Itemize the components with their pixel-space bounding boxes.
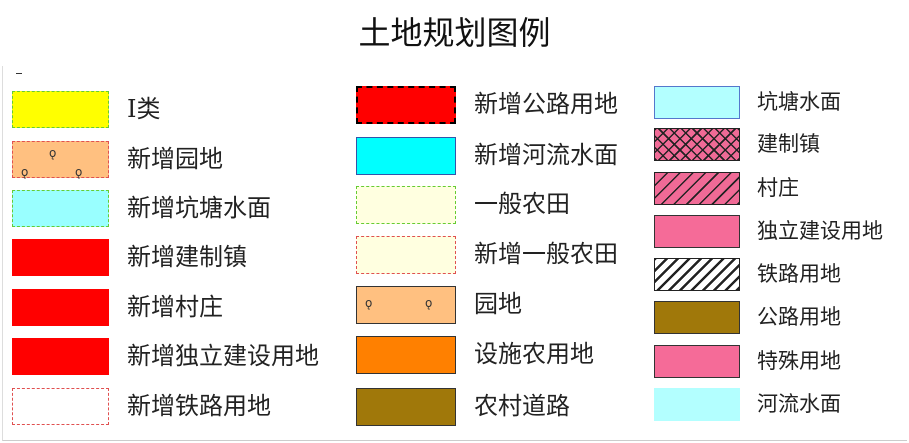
legend-label: 一般农田 (474, 190, 570, 218)
legend-label: 新增园地 (127, 145, 223, 173)
legend-label: 新增河流水面 (474, 141, 618, 169)
legend-label: 农村道路 (474, 392, 570, 420)
legend-swatch (654, 215, 740, 248)
legend-label: 新增坑塘水面 (127, 194, 271, 222)
legend-label: 独立建设用地 (757, 219, 883, 243)
legend-label: 设施农用地 (474, 340, 594, 368)
legend-swatch (12, 388, 109, 425)
legend-swatch (654, 388, 740, 421)
legend-label: 园地 (474, 290, 522, 318)
orchard-symbol-icon: ǫ (425, 296, 433, 310)
legend-title: 土地规划图例 (358, 14, 551, 52)
orchard-symbol-icon: ǫ (75, 165, 83, 179)
legend-label: 村庄 (757, 176, 799, 200)
legend-label: I类 (127, 95, 161, 123)
legend-label: 特殊用地 (757, 349, 841, 373)
legend-label: 建制镇 (757, 132, 820, 156)
legend-swatch (356, 236, 456, 274)
legend-swatch (12, 289, 109, 326)
legend-swatch (12, 239, 109, 276)
legend-swatch (654, 301, 740, 334)
legend-label: 公路用地 (757, 305, 841, 329)
legend-label: 新增村庄 (127, 293, 223, 321)
legend-swatch (654, 172, 740, 205)
legend-swatch (12, 190, 109, 227)
legend-label: 新增独立建设用地 (127, 342, 319, 370)
legend-label: 坑塘水面 (757, 90, 841, 114)
legend-swatch (356, 388, 456, 426)
legend-swatch (654, 345, 740, 378)
legend-swatch: ǫ ǫ ǫ (12, 141, 109, 178)
legend-swatch (356, 186, 456, 224)
legend-swatch (356, 86, 456, 124)
orchard-symbol-icon: ǫ (49, 146, 57, 160)
legend-corner-tick (16, 73, 22, 74)
legend-label: 新增建制镇 (127, 243, 247, 271)
legend-label: 新增一般农田 (474, 240, 618, 268)
legend-swatch (356, 336, 456, 374)
legend-swatch (654, 258, 740, 291)
legend-swatch (356, 137, 456, 175)
legend-swatch (654, 128, 740, 161)
legend-label: 铁路用地 (757, 262, 841, 286)
legend-label: 新增铁路用地 (127, 392, 271, 420)
legend-label: 河流水面 (757, 392, 841, 416)
legend-swatch (12, 91, 109, 128)
legend-label: 新增公路用地 (474, 90, 618, 118)
orchard-symbol-icon: ǫ (21, 165, 29, 179)
orchard-symbol-icon: ǫ (365, 296, 373, 310)
legend-swatch (654, 86, 740, 119)
legend-swatch: ǫǫ (356, 286, 456, 324)
legend-swatch (12, 338, 109, 375)
